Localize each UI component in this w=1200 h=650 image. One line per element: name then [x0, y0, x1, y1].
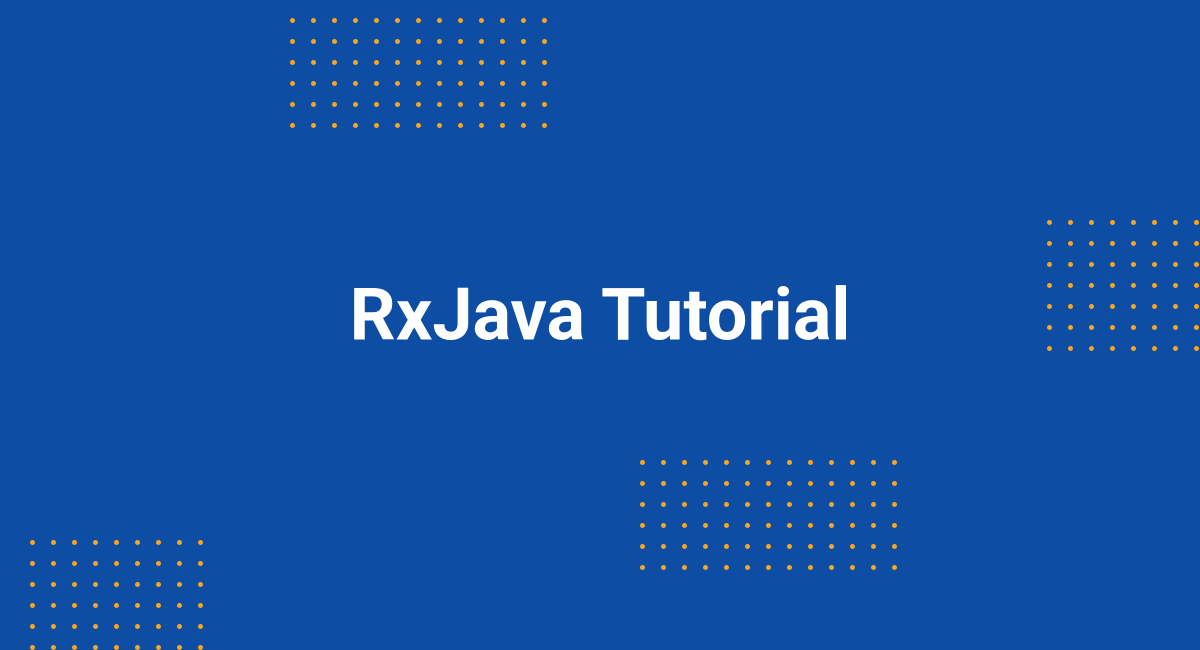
page-title: RxJava Tutorial: [350, 273, 851, 358]
decoration-dot-grid-bottom-right: [640, 460, 897, 570]
decoration-dot-grid-top: [290, 18, 547, 128]
decoration-dot-grid-right: [1047, 220, 1200, 351]
decoration-dot-grid-bottom-left: [30, 540, 203, 650]
